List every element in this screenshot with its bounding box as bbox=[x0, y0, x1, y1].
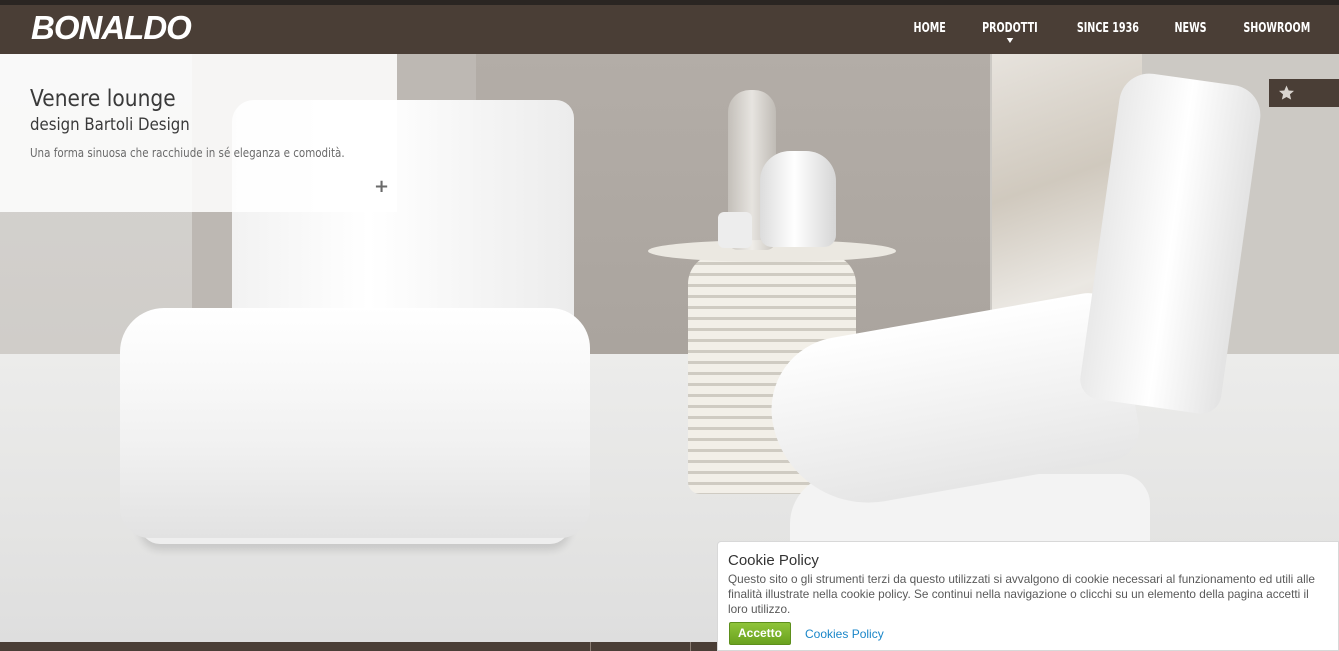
nav-prodotti[interactable]: PRODOTTI bbox=[981, 21, 1038, 43]
bottom-separator bbox=[690, 642, 691, 651]
white-vase bbox=[760, 151, 836, 247]
product-description: Una forma sinuosa che racchiude in sé el… bbox=[30, 146, 345, 160]
cookie-banner: Cookie Policy Questo sito o gli strument… bbox=[717, 541, 1339, 651]
nav-since-1936[interactable]: SINCE 1936 bbox=[1076, 21, 1138, 36]
product-designer: design Bartoli Design bbox=[30, 115, 190, 135]
main-nav: HOME PRODOTTI SINCE 1936 NEWS SHOWROOM bbox=[897, 21, 1331, 43]
cookie-text: Questo sito o gli strumenti terzi da que… bbox=[728, 572, 1315, 616]
nav-news[interactable]: NEWS bbox=[1175, 21, 1207, 36]
site-header: BONALDO HOME PRODOTTI SINCE 1936 NEWS SH… bbox=[0, 5, 1339, 54]
cookie-title: Cookie Policy bbox=[728, 552, 819, 569]
product-title: Venere lounge bbox=[30, 86, 176, 112]
cookies-policy-link[interactable]: Cookies Policy bbox=[805, 627, 884, 641]
favorite-button[interactable] bbox=[1269, 79, 1339, 107]
bottom-separator bbox=[590, 642, 591, 651]
star-icon bbox=[1279, 85, 1294, 100]
accept-cookies-button[interactable]: Accetto bbox=[729, 622, 791, 645]
brand-logo[interactable]: BONALDO bbox=[31, 9, 192, 47]
nav-prodotti-label: PRODOTTI bbox=[981, 21, 1038, 36]
product-info-box: Venere lounge design Bartoli Design Una … bbox=[0, 54, 397, 212]
lounge-chair-left-seat bbox=[120, 308, 590, 538]
small-plant-pot bbox=[718, 212, 752, 248]
nav-home[interactable]: HOME bbox=[914, 21, 946, 36]
plus-icon[interactable]: + bbox=[374, 178, 389, 196]
nav-showroom[interactable]: SHOWROOM bbox=[1244, 21, 1311, 36]
chevron-down-icon bbox=[1006, 38, 1013, 43]
